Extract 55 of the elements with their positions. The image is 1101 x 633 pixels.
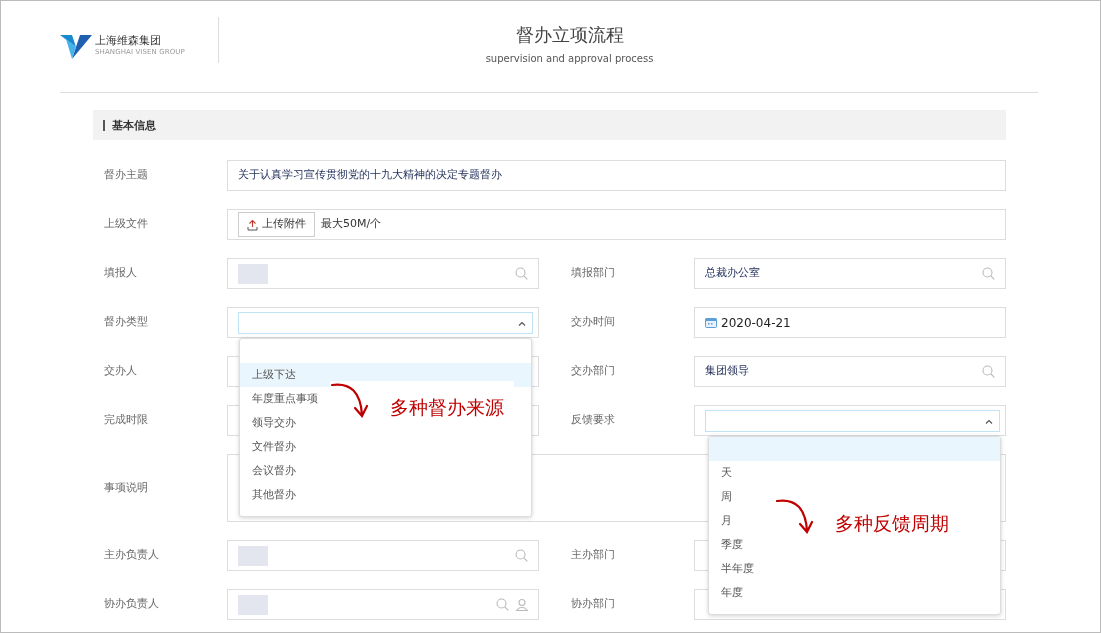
search-icon: [515, 267, 528, 280]
dropdown-option[interactable]: 半年度: [709, 557, 760, 581]
field-label: 协办部门: [570, 596, 616, 613]
field-label: 督办主题: [103, 167, 149, 184]
search-field[interactable]: [227, 258, 539, 289]
search-field[interactable]: 总裁办公室: [694, 258, 1006, 289]
search-field[interactable]: [227, 540, 539, 571]
dropdown-option[interactable]: 季度: [709, 533, 749, 557]
search-field[interactable]: [227, 589, 539, 620]
search-icon: [515, 549, 528, 562]
field-label: 上级文件: [103, 216, 149, 233]
section-title: 基本信息: [103, 119, 156, 131]
field-label: 交办部门: [570, 363, 616, 380]
date-field[interactable]: 2020-04-21: [694, 307, 1006, 338]
calendar-icon: [705, 317, 717, 328]
field-label: 交办时间: [570, 314, 616, 331]
search-icon: [982, 267, 995, 280]
field-label: 完成时限: [103, 412, 149, 429]
user-icon: [515, 598, 528, 611]
select-field[interactable]: [238, 312, 533, 334]
text-field[interactable]: 关于认真学习宣传贯彻党的十九大精神的决定专题督办: [227, 160, 1006, 191]
field-label: 协办负责人: [103, 596, 160, 613]
annotation-text: 多种反馈周期: [835, 511, 949, 536]
logo-icon: [60, 32, 92, 61]
dropdown-option[interactable]: 年度重点事项: [240, 387, 324, 411]
upload-icon: [247, 218, 258, 231]
field-label: 反馈要求: [570, 412, 616, 429]
dropdown-option[interactable]: 天: [709, 461, 738, 485]
upload-button[interactable]: 上传附件: [238, 212, 315, 237]
dropdown-option[interactable]: [709, 437, 1000, 461]
page-subtitle: supervision and approval process: [484, 51, 655, 66]
dropdown-option[interactable]: 会议督办: [240, 459, 302, 483]
caret-up-icon: [985, 418, 993, 424]
field-label: 填报人: [103, 265, 138, 282]
dropdown-option[interactable]: 周: [709, 485, 738, 509]
size-limit-text: 最大50M/个: [321, 216, 382, 233]
dropdown-option[interactable]: 文件督办: [240, 435, 302, 459]
dropdown-option[interactable]: 年度: [709, 581, 749, 605]
search-field[interactable]: 集团领导: [694, 356, 1006, 387]
search-icon: [982, 365, 995, 378]
page-title: 督办立项流程: [514, 23, 625, 47]
dropdown-option[interactable]: 领导交办: [240, 411, 302, 435]
field-label: 事项说明: [103, 479, 149, 496]
field-label: 交办人: [103, 363, 138, 380]
logo-text: 上海维森集团: [95, 35, 162, 48]
search-icon: [496, 598, 509, 611]
caret-up-icon: [518, 320, 526, 326]
dropdown-option[interactable]: 其他督办: [240, 483, 302, 507]
select-field[interactable]: [705, 410, 1000, 432]
annotation-text: 多种督办来源: [390, 395, 504, 420]
field-label: 填报部门: [570, 265, 616, 282]
field-label: 主办负责人: [103, 547, 160, 564]
field-label: 督办类型: [103, 314, 149, 331]
field-label: 主办部门: [570, 547, 616, 564]
dropdown-option[interactable]: 月: [709, 509, 738, 533]
